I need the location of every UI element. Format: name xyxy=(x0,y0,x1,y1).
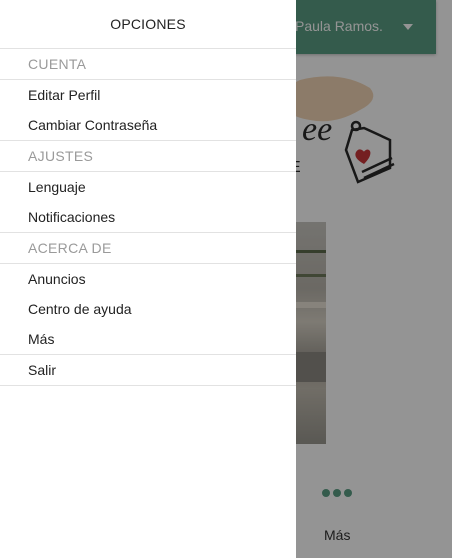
menu-item-mas[interactable]: Más xyxy=(0,324,296,354)
section-cuenta: Editar Perfil Cambiar Contraseña xyxy=(0,80,296,141)
section-ajustes: Lenguaje Notificaciones xyxy=(0,172,296,233)
menu-item-cambiar-contrasena[interactable]: Cambiar Contraseña xyxy=(0,110,296,140)
section-acerca-de: Anuncios Centro de ayuda Más xyxy=(0,264,296,355)
menu-item-anuncios[interactable]: Anuncios xyxy=(0,264,296,294)
section-logout: Salir xyxy=(0,355,296,386)
app-screen: Paula Ramos. ee E Más xyxy=(0,0,452,558)
logout-button[interactable]: Salir xyxy=(0,355,296,385)
section-header-acerca-de: ACERCA DE xyxy=(0,233,296,264)
drawer-title: OPCIONES xyxy=(0,0,296,49)
menu-item-notificaciones[interactable]: Notificaciones xyxy=(0,202,296,232)
menu-item-lenguaje[interactable]: Lenguaje xyxy=(0,172,296,202)
menu-item-editar-perfil[interactable]: Editar Perfil xyxy=(0,80,296,110)
section-header-ajustes: AJUSTES xyxy=(0,141,296,172)
menu-item-centro-de-ayuda[interactable]: Centro de ayuda xyxy=(0,294,296,324)
options-drawer: OPCIONES CUENTA Editar Perfil Cambiar Co… xyxy=(0,0,296,558)
section-header-cuenta: CUENTA xyxy=(0,49,296,80)
